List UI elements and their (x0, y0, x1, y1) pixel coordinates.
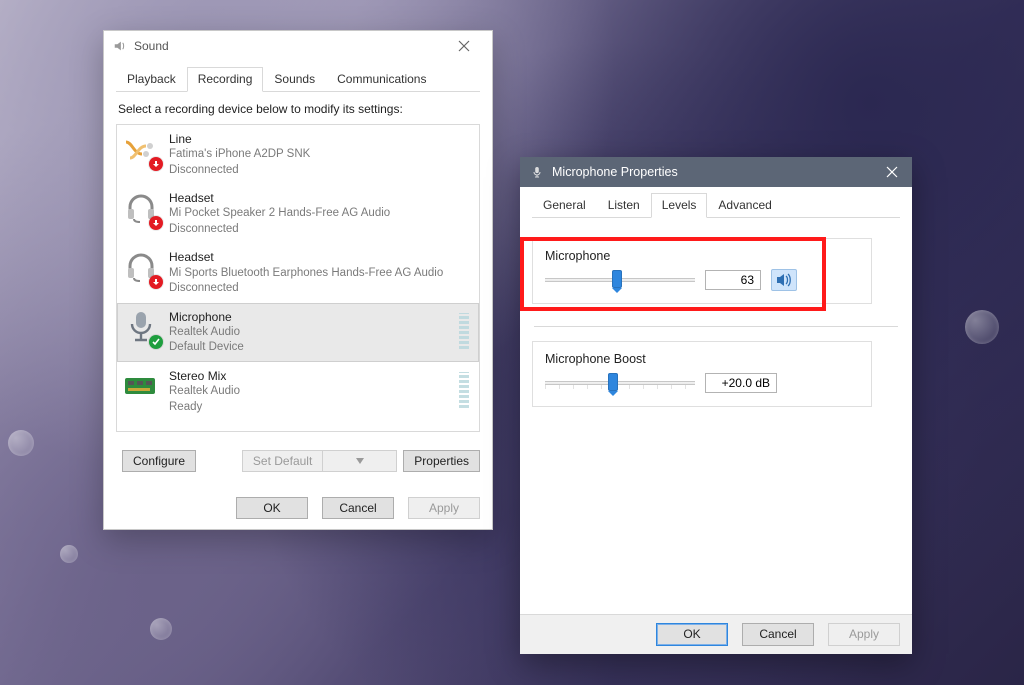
ok-button[interactable]: OK (656, 623, 728, 646)
tab-recording[interactable]: Recording (187, 67, 264, 92)
device-item[interactable]: HeadsetMi Pocket Speaker 2 Hands-Free AG… (117, 184, 479, 243)
decorative-bubble (60, 545, 78, 563)
speaker-icon (776, 273, 792, 287)
set-default-dropdown[interactable] (323, 450, 397, 472)
sound-dialog: Sound Playback Recording Sounds Communic… (103, 30, 493, 530)
sound-tablist: Playback Recording Sounds Communications (116, 67, 480, 92)
cancel-button[interactable]: Cancel (322, 497, 394, 519)
device-subtitle: Fatima's iPhone A2DP SNK (169, 147, 471, 163)
device-name: Headset (169, 190, 471, 206)
tab-communications[interactable]: Communications (326, 67, 437, 92)
microphone-level-group: Microphone 63 (532, 238, 872, 304)
device-state: Disconnected (169, 222, 471, 238)
separator (534, 326, 898, 327)
apply-button[interactable]: Apply (828, 623, 900, 646)
device-state: Disconnected (169, 281, 471, 297)
micprops-tablist: General Listen Levels Advanced (532, 193, 900, 218)
status-badge-down-icon (149, 275, 163, 289)
cable-icon (123, 131, 159, 167)
close-button[interactable] (872, 157, 912, 187)
tab-advanced[interactable]: Advanced (707, 193, 782, 218)
tab-levels[interactable]: Levels (651, 193, 708, 218)
decorative-bubble (8, 430, 34, 456)
cancel-button[interactable]: Cancel (742, 623, 814, 646)
device-name: Stereo Mix (169, 368, 471, 384)
status-badge-down-icon (149, 216, 163, 230)
configure-button[interactable]: Configure (122, 450, 196, 472)
device-state: Disconnected (169, 163, 471, 179)
microphone-boost-value[interactable]: +20.0 dB (705, 373, 777, 393)
decorative-bubble (150, 618, 172, 640)
tab-sounds[interactable]: Sounds (263, 67, 326, 92)
device-name: Headset (169, 249, 471, 265)
micprops-title: Microphone Properties (552, 165, 872, 179)
device-state: Default Device (169, 340, 471, 356)
sound-title: Sound (134, 39, 444, 53)
device-subtitle: Realtek Audio (169, 384, 471, 400)
mic-icon (123, 309, 159, 345)
chevron-down-icon (356, 458, 364, 464)
device-item[interactable]: HeadsetMi Sports Bluetooth Earphones Han… (117, 243, 479, 302)
device-name: Microphone (169, 309, 471, 325)
set-default-button[interactable]: Set Default (242, 450, 323, 472)
device-item[interactable]: LineFatima's iPhone A2DP SNKDisconnected (117, 125, 479, 184)
device-name: Line (169, 131, 471, 147)
recording-instruction: Select a recording device below to modif… (118, 102, 480, 116)
ok-button[interactable]: OK (236, 497, 308, 519)
microphone-boost-label: Microphone Boost (545, 352, 859, 366)
device-item[interactable]: MicrophoneRealtek AudioDefault Device (117, 303, 479, 362)
device-state: Ready (169, 400, 471, 416)
sound-icon (112, 38, 128, 54)
close-button[interactable] (444, 34, 484, 58)
headset-icon (123, 190, 159, 226)
device-subtitle: Mi Sports Bluetooth Earphones Hands-Free… (169, 266, 471, 282)
apply-button[interactable]: Apply (408, 497, 480, 519)
device-item[interactable]: Stereo MixRealtek AudioReady (117, 362, 479, 421)
microphone-boost-slider[interactable] (545, 372, 695, 394)
level-meter (459, 313, 469, 349)
level-meter (459, 372, 469, 408)
microphone-level-label: Microphone (545, 249, 859, 263)
status-badge-down-icon (149, 157, 163, 171)
mute-toggle-button[interactable] (771, 269, 797, 291)
headset-icon (123, 249, 159, 285)
microphone-properties-dialog: Microphone Properties General Listen Lev… (520, 157, 912, 654)
close-icon (458, 40, 470, 52)
microphone-level-value[interactable]: 63 (705, 270, 761, 290)
microphone-icon (530, 165, 544, 179)
set-default-split-button: Set Default (242, 450, 397, 472)
microphone-boost-group: Microphone Boost +20.0 dB (532, 341, 872, 407)
close-icon (886, 166, 898, 178)
micprops-titlebar[interactable]: Microphone Properties (520, 157, 912, 187)
microphone-level-slider[interactable] (545, 269, 695, 291)
tab-general[interactable]: General (532, 193, 597, 218)
status-badge-ok-icon (149, 335, 163, 349)
device-subtitle: Realtek Audio (169, 325, 471, 341)
sound-titlebar[interactable]: Sound (104, 31, 492, 61)
tab-listen[interactable]: Listen (597, 193, 651, 218)
tab-playback[interactable]: Playback (116, 67, 187, 92)
decorative-bubble (965, 310, 999, 344)
device-subtitle: Mi Pocket Speaker 2 Hands-Free AG Audio (169, 206, 471, 222)
recording-device-list[interactable]: LineFatima's iPhone A2DP SNKDisconnected… (116, 124, 480, 432)
card-icon (123, 368, 159, 404)
properties-button[interactable]: Properties (403, 450, 480, 472)
